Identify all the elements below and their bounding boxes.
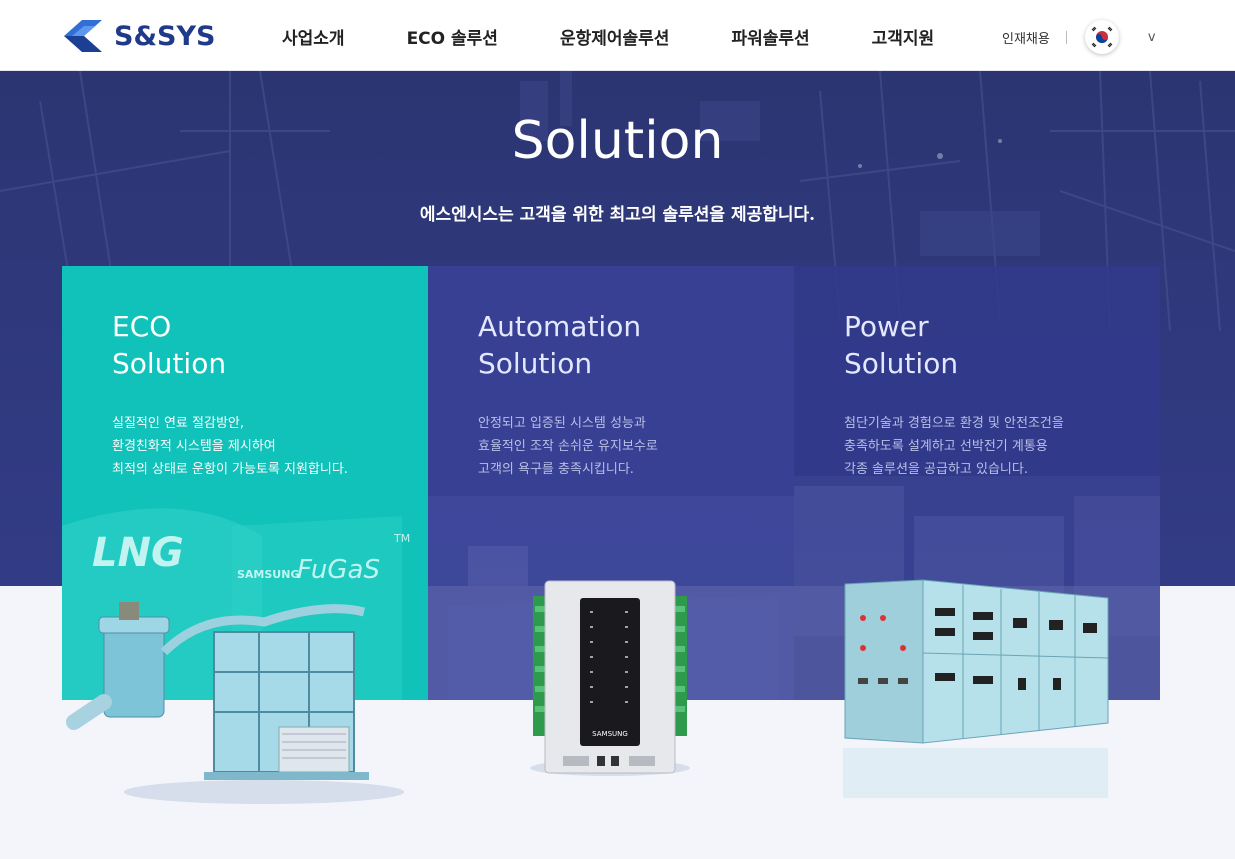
nav-item-eco[interactable]: ECO 솔루션 (407, 24, 498, 49)
automation-desc-line3: 고객의 욕구를 충족시킵니다. (478, 462, 634, 477)
power-solution-title: Power Solution (844, 308, 958, 382)
language-button[interactable] (1084, 20, 1119, 54)
automation-title-line1: Automation (478, 310, 642, 343)
automation-solution-title: Automation Solution (478, 308, 641, 382)
nav-item-power[interactable]: 파워솔루션 (731, 24, 809, 49)
automation-desc-line2: 효율적인 조작 손쉬운 유지보수로 (478, 439, 658, 454)
logo-mark-icon (64, 20, 102, 52)
eco-title-line1: ECO (112, 310, 172, 343)
power-solution-description: 첨단기술과 경험으로 환경 및 안전조건을 충족하도록 설계하고 선박전기 계통… (844, 412, 1154, 481)
recruit-link[interactable]: 인재채용 (1002, 28, 1050, 47)
site-header: S&SYS 사업소개 ECO 솔루션 운항제어솔루션 파워솔루션 고객지원 인재… (0, 0, 1235, 71)
power-title-line2: Solution (844, 347, 959, 380)
automation-controller-image: SAMSUNG (530, 580, 690, 776)
automation-solution-description: 안정되고 입증된 시스템 성능과 효율적인 조작 손쉬운 유지보수로 고객의 욕… (478, 412, 788, 481)
language-dropdown-toggle[interactable]: v (1148, 30, 1156, 45)
lng-text: LNG (92, 530, 184, 576)
power-desc-line2: 충족하도록 설계하고 선박전기 계통용 (844, 439, 1048, 454)
main-nav: 사업소개 ECO 솔루션 운항제어솔루션 파워솔루션 고객지원 (282, 24, 934, 49)
power-switchboard-image (843, 579, 1109, 798)
eco-desc-line1: 실질적인 연료 절감방안, (112, 416, 244, 431)
korea-flag-icon (1091, 26, 1113, 48)
eco-desc-line3: 최적의 상태로 운항이 가능토록 지원합니다. (112, 462, 348, 477)
nav-item-automation[interactable]: 운항제어솔루션 (560, 24, 669, 49)
samsung-text: SAMSUNG (237, 568, 299, 581)
eco-title-line2: Solution (112, 347, 227, 380)
brand-logo[interactable]: S&SYS (60, 16, 215, 56)
fuel-gas-supply-system-image (66, 602, 404, 804)
eco-desc-line2: 환경친화적 시스템을 제시하여 (112, 439, 276, 454)
page-subtitle: 에스엔시스는 고객을 위한 최고의 솔루션을 제공합니다. (419, 205, 816, 225)
divider (1065, 30, 1067, 44)
nav-item-company[interactable]: 사업소개 (282, 24, 345, 49)
eco-solution-description: 실질적인 연료 절감방안, 환경친화적 시스템을 제시하여 최적의 상태로 운항… (112, 412, 422, 481)
power-title-line1: Power (844, 310, 929, 343)
utility-menu: 인재채용 v (1002, 20, 1156, 54)
automation-title-line2: Solution (478, 347, 593, 380)
power-desc-line1: 첨단기술과 경험으로 환경 및 안전조건을 (844, 416, 1064, 431)
trademark-text: TM (393, 532, 410, 545)
nav-item-support[interactable]: 고객지원 (872, 24, 935, 49)
controller-samsung-label: SAMSUNG (592, 730, 628, 738)
fugas-text: FuGaS (297, 555, 380, 585)
brand-name: S&SYS (114, 20, 216, 52)
power-desc-line3: 각종 솔루션을 공급하고 있습니다. (844, 462, 1028, 477)
automation-desc-line1: 안정되고 입증된 시스템 성능과 (478, 416, 646, 431)
page-title: Solution (511, 111, 724, 171)
eco-solution-title: ECO Solution (112, 308, 226, 382)
